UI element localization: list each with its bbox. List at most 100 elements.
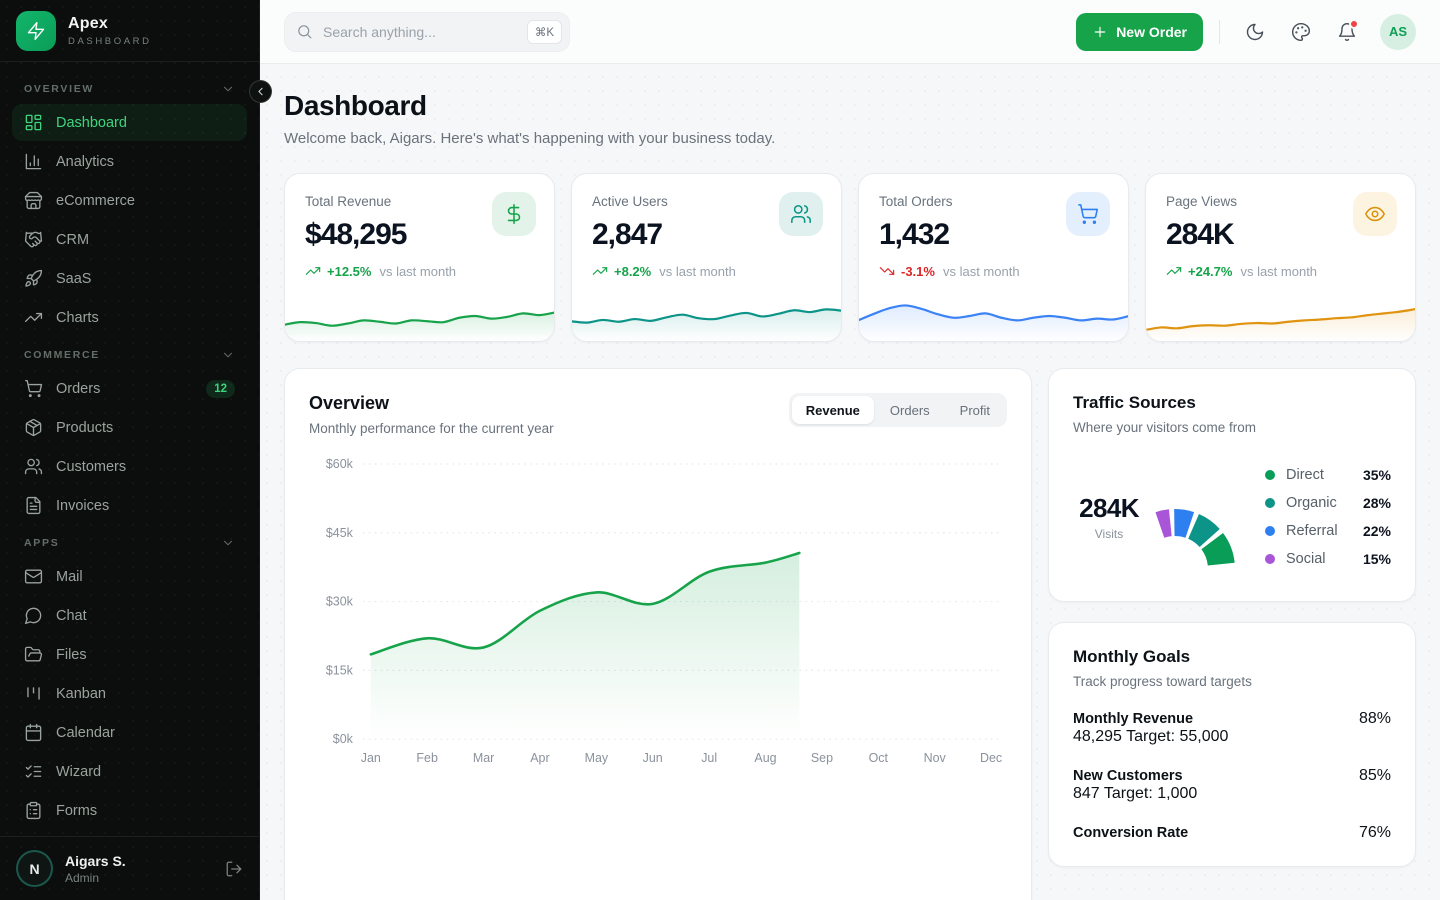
x-axis-label: Dec	[980, 751, 1002, 765]
topbar: ⌘K New Order AS	[260, 0, 1440, 64]
goal-values: 847 Target: 1,000	[1073, 785, 1391, 803]
logout-icon[interactable]	[225, 860, 243, 878]
legend-value: 28%	[1363, 495, 1391, 511]
sidebar-item[interactable]: Customers	[12, 448, 247, 485]
bar-chart-icon	[24, 152, 43, 171]
traffic-card: Traffic Sources Where your visitors come…	[1048, 368, 1416, 602]
section-title: COMMERCE	[24, 349, 100, 361]
page-subtitle: Welcome back, Aigars. Here's what's happ…	[284, 130, 1416, 147]
sidebar-item[interactable]: Dashboard	[12, 104, 247, 141]
legend-value: 15%	[1363, 551, 1391, 567]
legend-dot	[1265, 470, 1275, 480]
tab[interactable]: Profit	[946, 396, 1004, 424]
sidebar-item-label: Analytics	[56, 154, 114, 170]
delta-value: -3.1%	[901, 264, 935, 279]
user-role: Admin	[65, 871, 126, 885]
delta-note: vs last month	[379, 264, 456, 279]
delta-note: vs last month	[1240, 264, 1317, 279]
stat-card: Total Revenue $48,295 +12.5% vs last mon…	[284, 173, 555, 342]
goal-current: 48,295	[1073, 728, 1122, 745]
overview-title: Overview	[309, 393, 554, 414]
visits-total: 284K	[1073, 493, 1145, 524]
sidebar-section-overview: OVERVIEW Dashboard Analytics eCom	[12, 72, 247, 336]
section-header-commerce[interactable]: COMMERCE	[12, 338, 247, 370]
stat-delta: +24.7% vs last month	[1166, 263, 1395, 279]
goal-current: 847	[1073, 785, 1100, 802]
goal-label: New Customers	[1073, 768, 1183, 784]
rocket-icon	[24, 269, 43, 288]
sidebar-item[interactable]: Charts	[12, 299, 247, 336]
cart-icon	[1066, 192, 1110, 236]
x-axis-label: Jan	[361, 751, 381, 765]
section-header-apps[interactable]: APPS	[12, 526, 247, 558]
sidebar-item[interactable]: Files	[12, 636, 247, 673]
topbar-avatar[interactable]: AS	[1380, 14, 1416, 50]
sidebar-item[interactable]: Invoices	[12, 487, 247, 524]
sidebar-item[interactable]: Mail	[12, 558, 247, 595]
legend-value: 22%	[1363, 523, 1391, 539]
sidebar-item[interactable]: eCommerce	[12, 182, 247, 219]
x-axis-label: Nov	[924, 751, 947, 765]
sidebar-item[interactable]: Chat	[12, 597, 247, 634]
calendar-icon	[24, 723, 43, 742]
sidebar-collapse-button[interactable]	[249, 80, 272, 103]
folder-icon	[24, 645, 43, 664]
tab[interactable]: Revenue	[792, 396, 874, 424]
list-checks-icon	[24, 762, 43, 781]
sidebar-item[interactable]: Calendar	[12, 714, 247, 751]
sidebar-item[interactable]: Forms	[12, 792, 247, 829]
sidebar-item-label: Mail	[56, 569, 83, 585]
chat-icon	[24, 606, 43, 625]
right-column: Traffic Sources Where your visitors come…	[1048, 368, 1416, 867]
sidebar-item[interactable]: Kanban	[12, 675, 247, 712]
legend-dot	[1265, 526, 1275, 536]
sidebar-item[interactable]: Wizard	[12, 753, 247, 790]
overview-subtitle: Monthly performance for the current year	[309, 421, 554, 436]
file-text-icon	[24, 496, 43, 515]
sidebar-item[interactable]: Products	[12, 409, 247, 446]
legend-dot	[1265, 554, 1275, 564]
zap-icon	[26, 21, 46, 41]
overview-card: Overview Monthly performance for the cur…	[284, 368, 1032, 900]
moon-icon	[1245, 22, 1265, 42]
sidebar-item-label: Calendar	[56, 725, 115, 741]
users-icon	[24, 457, 43, 476]
stat-delta: -3.1% vs last month	[879, 263, 1108, 279]
sidebar-item[interactable]: CRM	[12, 221, 247, 258]
legend-label: Referral	[1286, 523, 1338, 539]
brand-name: Apex	[68, 15, 152, 33]
theme-button[interactable]	[1282, 13, 1320, 51]
goal-values: 48,295 Target: 55,000	[1073, 728, 1391, 746]
sidebar-user[interactable]: N Aigars S. Admin	[0, 836, 259, 900]
x-axis-label: Aug	[754, 751, 776, 765]
user-name: Aigars S.	[65, 853, 126, 869]
sidebar-item-label: Orders	[56, 381, 100, 397]
section-header-overview[interactable]: OVERVIEW	[12, 72, 247, 104]
chevron-down-icon	[221, 82, 235, 96]
store-icon	[24, 191, 43, 210]
sparkline	[858, 288, 1129, 342]
visits-label: Visits	[1073, 527, 1145, 541]
sidebar-item-label: eCommerce	[56, 193, 135, 209]
trending-up-icon	[305, 263, 321, 279]
legend-row: Direct 35%	[1265, 461, 1391, 489]
delta-value: +24.7%	[1188, 264, 1232, 279]
dark-mode-button[interactable]	[1236, 13, 1274, 51]
sidebar-item[interactable]: Orders 12	[12, 370, 247, 407]
dollar-icon	[492, 192, 536, 236]
sidebar-item[interactable]: Analytics	[12, 143, 247, 180]
tab[interactable]: Orders	[876, 396, 944, 424]
goal-percent: 85%	[1359, 767, 1391, 785]
clipboard-icon	[24, 801, 43, 820]
goals-card: Monthly Goals Track progress toward targ…	[1048, 622, 1416, 867]
trending-up-icon	[24, 308, 43, 327]
app-logo	[16, 11, 56, 51]
x-axis-label: Feb	[416, 751, 438, 765]
new-order-button[interactable]: New Order	[1076, 13, 1203, 51]
search-shortcut: ⌘K	[527, 20, 562, 44]
sidebar-item[interactable]: SaaS	[12, 260, 247, 297]
goal-target: Target: 55,000	[1126, 728, 1228, 745]
goal-label: Monthly Revenue	[1073, 711, 1193, 727]
stat-card: Active Users 2,847 +8.2% vs last month	[571, 173, 842, 342]
notifications-button[interactable]	[1328, 13, 1366, 51]
